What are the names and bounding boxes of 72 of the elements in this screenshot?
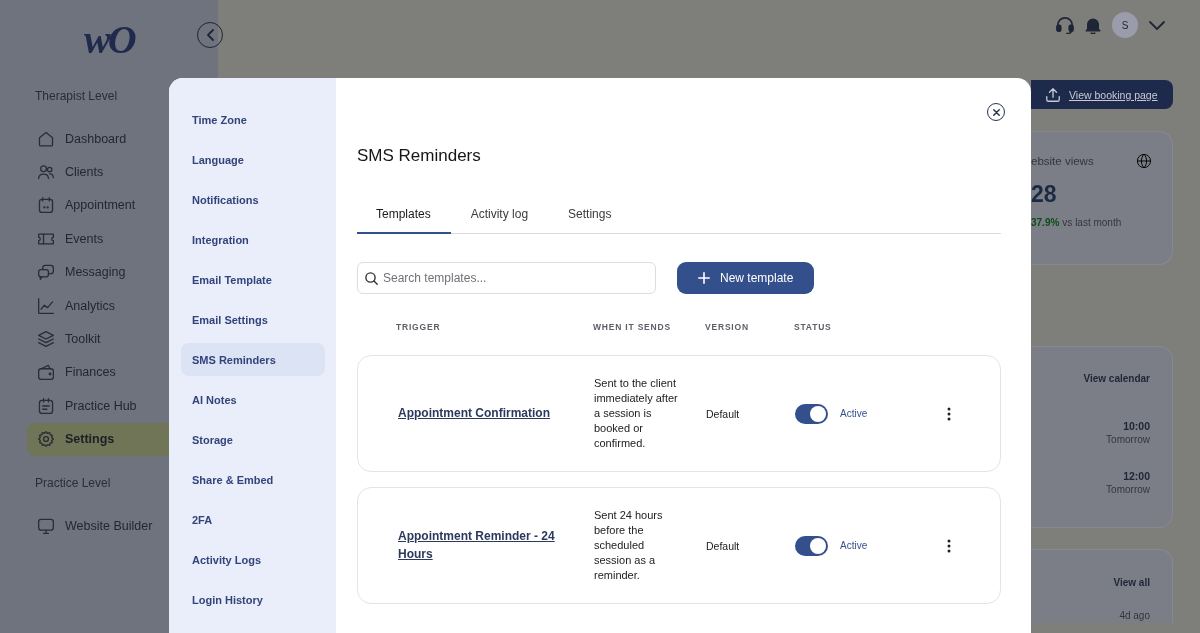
settings-nav-item[interactable]: Activity Logs xyxy=(181,543,325,576)
plus-icon xyxy=(698,272,710,284)
chevron-left-icon xyxy=(206,29,214,41)
appointment-day: Tomorrow xyxy=(1106,433,1150,447)
template-link[interactable]: Appointment Reminder - 24 Hours xyxy=(398,528,560,563)
status-toggle[interactable] xyxy=(795,535,828,556)
send-description: Sent to the client immediately after a session is booked or confirmed. xyxy=(594,376,679,451)
template-link[interactable]: Appointment Confirmation xyxy=(398,404,550,423)
column-header: TRIGGER xyxy=(396,321,441,333)
settings-nav-item[interactable]: 2FA xyxy=(181,503,325,536)
activity-time: 4d ago xyxy=(1119,609,1150,623)
more-options-icon[interactable] xyxy=(947,406,951,421)
tab[interactable]: Templates xyxy=(357,194,451,234)
comparison-text: vs last month xyxy=(1062,216,1122,230)
stat-label: ebsite views xyxy=(1031,154,1094,168)
view-all-link[interactable]: View all xyxy=(1113,576,1150,590)
settings-nav-item[interactable]: AI Notes xyxy=(181,383,325,416)
clipboard-icon xyxy=(38,397,54,414)
monitor-icon xyxy=(38,517,54,534)
calendar-icon xyxy=(38,197,54,214)
search-icon xyxy=(365,271,378,285)
line-chart-icon xyxy=(38,297,54,314)
send-description: Sent 24 hours before the scheduled session as a reminder. xyxy=(594,508,664,583)
new-template-button[interactable]: New template xyxy=(677,262,814,294)
home-icon xyxy=(38,130,54,147)
status-toggle[interactable] xyxy=(795,403,828,424)
ticket-icon xyxy=(38,230,54,247)
column-header: VERSION xyxy=(705,321,749,333)
stat-change: 37.9% xyxy=(1031,216,1060,230)
gear-icon xyxy=(38,431,54,448)
layers-icon xyxy=(38,331,54,348)
version-text: Default xyxy=(706,539,740,552)
stat-value: 28 xyxy=(1031,181,1057,207)
settings-nav-item[interactable]: SMS Reminders xyxy=(181,343,325,376)
modal-title: SMS Reminders xyxy=(357,145,481,167)
appointment-day: Tomorrow xyxy=(1106,483,1150,497)
status-label: Active xyxy=(840,408,868,419)
section-heading: Therapist Level xyxy=(35,88,118,104)
users-icon xyxy=(38,164,54,181)
status-label: Active xyxy=(840,540,868,551)
settings-nav-item[interactable]: Time Zone xyxy=(181,103,325,136)
settings-nav-item[interactable]: Email Template xyxy=(181,263,325,296)
version-text: Default xyxy=(706,407,740,420)
view-calendar-link[interactable]: View calendar xyxy=(1083,372,1150,386)
avatar-button[interactable]: S xyxy=(1112,12,1138,38)
settings-nav-item[interactable]: Integration xyxy=(181,223,325,256)
close-button[interactable] xyxy=(987,103,1005,121)
wallet-icon xyxy=(38,364,54,381)
section-heading: Practice Level xyxy=(35,474,111,491)
globe-icon xyxy=(1137,154,1151,168)
close-icon xyxy=(992,108,1000,116)
upload-icon xyxy=(1046,87,1060,102)
settings-nav-item[interactable]: Share & Embed xyxy=(181,463,325,496)
appointment-time: 10:00 xyxy=(1123,419,1150,433)
settings-nav-item[interactable]: Email Settings xyxy=(181,303,325,336)
tab[interactable]: Settings xyxy=(548,194,632,234)
settings-nav-item[interactable]: Login History xyxy=(181,583,325,616)
column-header: STATUS xyxy=(794,321,832,333)
tab[interactable]: Activity log xyxy=(450,194,549,234)
search-field[interactable]: Search templates... xyxy=(357,262,656,294)
settings-nav-item[interactable]: Language xyxy=(181,143,325,176)
logo: wO xyxy=(84,19,136,61)
settings-nav-item[interactable]: Notifications xyxy=(181,183,325,216)
chat-bubbles-icon xyxy=(38,264,54,281)
view-booking-page-button[interactable]: View booking page xyxy=(1031,80,1173,109)
appointment-time: 12:00 xyxy=(1123,469,1150,483)
column-header: WHEN IT SENDS xyxy=(593,321,671,333)
chevron-down-icon[interactable] xyxy=(1149,20,1165,30)
settings-nav-item[interactable]: Storage xyxy=(181,423,325,456)
headset-icon[interactable] xyxy=(1056,16,1074,34)
more-options-icon[interactable] xyxy=(947,538,951,553)
bell-icon[interactable] xyxy=(1085,16,1101,34)
